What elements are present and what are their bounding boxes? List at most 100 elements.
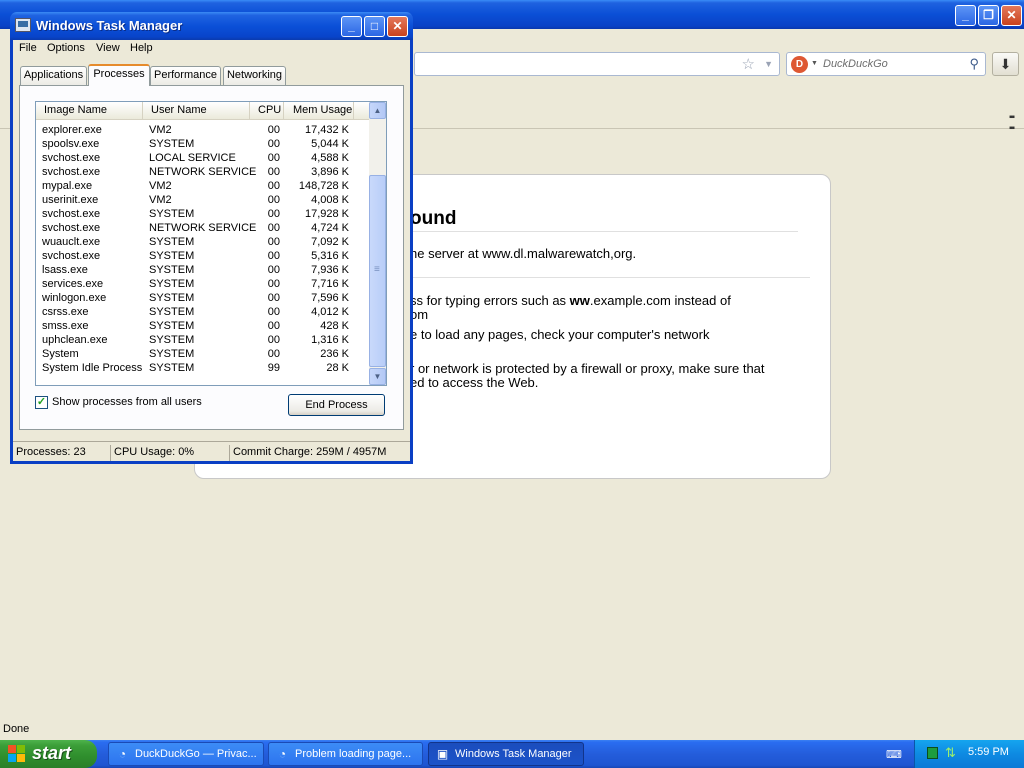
- cell-user-name: SYSTEM: [149, 348, 195, 360]
- start-label: start: [32, 743, 72, 763]
- table-row[interactable]: mypal.exe VM2 00 148,728 K: [36, 179, 369, 193]
- browser-close-button[interactable]: ✕: [1001, 5, 1022, 26]
- cell-mem-usage: 28 K: [326, 362, 349, 374]
- table-row[interactable]: svchost.exe SYSTEM 00 5,316 K: [36, 249, 369, 263]
- tab-processes[interactable]: Processes: [88, 64, 150, 86]
- menu-view[interactable]: View: [96, 42, 120, 54]
- table-row[interactable]: smss.exe SYSTEM 00 428 K: [36, 319, 369, 333]
- window-title: Windows Task Manager: [36, 18, 183, 33]
- process-list-header: Image Name User Name CPU Mem Usage: [36, 102, 369, 120]
- maximize-button[interactable]: □: [364, 16, 385, 37]
- table-row[interactable]: wuauclt.exe SYSTEM 00 7,092 K: [36, 235, 369, 249]
- task-manager-icon: [15, 18, 31, 32]
- table-row[interactable]: System Idle Process SYSTEM 99 28 K: [36, 361, 369, 375]
- taskbar-item-task-manager[interactable]: ▣ Windows Task Manager: [428, 742, 584, 766]
- search-icon[interactable]: ⚲: [969, 56, 979, 72]
- checkbox-check-icon[interactable]: ✓: [35, 396, 48, 409]
- close-button[interactable]: ✕: [387, 16, 408, 37]
- tab-performance[interactable]: Performance: [150, 66, 221, 85]
- cell-image-name: spoolsv.exe: [42, 138, 100, 150]
- keyboard-icon[interactable]: ⌨: [886, 748, 902, 761]
- start-button[interactable]: start: [0, 740, 97, 768]
- table-row[interactable]: uphclean.exe SYSTEM 00 1,316 K: [36, 333, 369, 347]
- cell-mem-usage: 7,092 K: [311, 236, 349, 248]
- cell-user-name: SYSTEM: [149, 306, 195, 318]
- table-row[interactable]: explorer.exe VM2 00 17,432 K: [36, 123, 369, 137]
- taskbar-item-problem-loading[interactable]: ◔ Problem loading page...: [268, 742, 423, 766]
- cell-cpu: 00: [267, 166, 280, 178]
- scroll-down-icon[interactable]: ▼: [369, 368, 386, 385]
- table-row[interactable]: svchost.exe NETWORK SERVICE 00 4,724 K: [36, 221, 369, 235]
- cell-mem-usage: 7,716 K: [311, 278, 349, 290]
- error-hint-bold: ww: [569, 293, 590, 308]
- windows-logo-icon: [8, 745, 26, 763]
- tab-networking[interactable]: Networking: [223, 66, 286, 85]
- error-hint-text: ss for typing errors such as: [410, 293, 570, 308]
- url-bar[interactable]: ☆ ▼: [414, 52, 780, 76]
- table-row[interactable]: svchost.exe LOCAL SERVICE 00 4,588 K: [36, 151, 369, 165]
- menu-options[interactable]: Options: [47, 42, 85, 54]
- table-row[interactable]: svchost.exe SYSTEM 00 17,928 K: [36, 207, 369, 221]
- duckduckgo-icon[interactable]: D: [791, 56, 808, 73]
- scroll-up-icon[interactable]: ▲: [369, 102, 386, 119]
- cell-image-name: smss.exe: [42, 320, 89, 332]
- cell-cpu: 00: [267, 152, 280, 164]
- cell-image-name: userinit.exe: [42, 194, 99, 206]
- vertical-scrollbar[interactable]: ▲ ▼: [369, 102, 386, 385]
- table-row[interactable]: System SYSTEM 00 236 K: [36, 347, 369, 361]
- table-row[interactable]: svchost.exe NETWORK SERVICE 00 3,896 K: [36, 165, 369, 179]
- cell-image-name: svchost.exe: [42, 250, 101, 262]
- cell-image-name: services.exe: [42, 278, 104, 290]
- browser-maximize-button[interactable]: ❐: [978, 5, 999, 26]
- browser-icon: ◔: [118, 747, 127, 761]
- cell-mem-usage: 7,596 K: [311, 292, 349, 304]
- table-row[interactable]: winlogon.exe SYSTEM 00 7,596 K: [36, 291, 369, 305]
- search-bar[interactable]: D ▼ DuckDuckGo ⚲: [786, 52, 986, 76]
- cell-user-name: SYSTEM: [149, 334, 195, 346]
- scroll-thumb[interactable]: [369, 175, 386, 367]
- column-cpu[interactable]: CPU: [250, 102, 284, 120]
- show-all-label[interactable]: Show processes from all users: [52, 396, 202, 408]
- bookmark-star-icon[interactable]: ☆: [742, 55, 755, 73]
- table-row[interactable]: csrss.exe SYSTEM 00 4,012 K: [36, 305, 369, 319]
- browser-icon: ◔: [278, 747, 287, 761]
- process-list[interactable]: Image Name User Name CPU Mem Usage explo…: [35, 101, 387, 386]
- column-user-name[interactable]: User Name: [143, 102, 250, 120]
- task-manager-status-bar: Processes: 23 CPU Usage: 0% Commit Charg…: [13, 441, 410, 461]
- cell-user-name: SYSTEM: [149, 292, 195, 304]
- cell-user-name: LOCAL SERVICE: [149, 152, 236, 164]
- tab-applications[interactable]: Applications: [20, 66, 87, 85]
- table-row[interactable]: lsass.exe SYSTEM 00 7,936 K: [36, 263, 369, 277]
- network-icon[interactable]: ⇅: [945, 745, 956, 761]
- cell-user-name: SYSTEM: [149, 138, 195, 150]
- cell-mem-usage: 17,432 K: [304, 124, 349, 136]
- cell-cpu: 00: [267, 124, 280, 136]
- tray-app-icon[interactable]: [927, 747, 938, 759]
- task-manager-body: File Options View Help Applications Proc…: [13, 40, 410, 461]
- url-dropdown-icon[interactable]: ▼: [764, 59, 773, 69]
- status-commit-charge: Commit Charge: 259M / 4957M: [233, 446, 387, 458]
- table-row[interactable]: services.exe SYSTEM 00 7,716 K: [36, 277, 369, 291]
- cell-mem-usage: 428 K: [320, 320, 349, 332]
- end-process-button[interactable]: End Process: [288, 394, 385, 416]
- cell-user-name: SYSTEM: [149, 362, 195, 374]
- search-engine-dropdown-icon[interactable]: ▼: [811, 60, 818, 67]
- browser-minimize-button[interactable]: _: [955, 5, 976, 26]
- download-button[interactable]: ⬇: [992, 52, 1019, 76]
- menu-help[interactable]: Help: [130, 42, 153, 54]
- column-mem-usage[interactable]: Mem Usage: [284, 102, 354, 120]
- menu-file[interactable]: File: [19, 42, 37, 54]
- cell-user-name: VM2: [149, 194, 172, 206]
- taskbar-item-label: DuckDuckGo — Privac...: [135, 748, 257, 760]
- minimize-button[interactable]: _: [341, 16, 362, 37]
- taskbar-item-duckduckgo[interactable]: ◔ DuckDuckGo — Privac...: [108, 742, 264, 766]
- cell-image-name: uphclean.exe: [42, 334, 108, 346]
- column-image-name[interactable]: Image Name: [36, 102, 143, 120]
- table-row[interactable]: spoolsv.exe SYSTEM 00 5,044 K: [36, 137, 369, 151]
- cell-cpu: 00: [267, 278, 280, 290]
- cell-mem-usage: 148,728 K: [298, 180, 349, 192]
- task-manager-title-bar[interactable]: Windows Task Manager _ □ ✕: [10, 12, 413, 40]
- clock[interactable]: 5:59 PM: [968, 746, 1009, 758]
- table-row[interactable]: userinit.exe VM2 00 4,008 K: [36, 193, 369, 207]
- grid-icon[interactable]: ▪▪ ▪▪: [1009, 112, 1015, 134]
